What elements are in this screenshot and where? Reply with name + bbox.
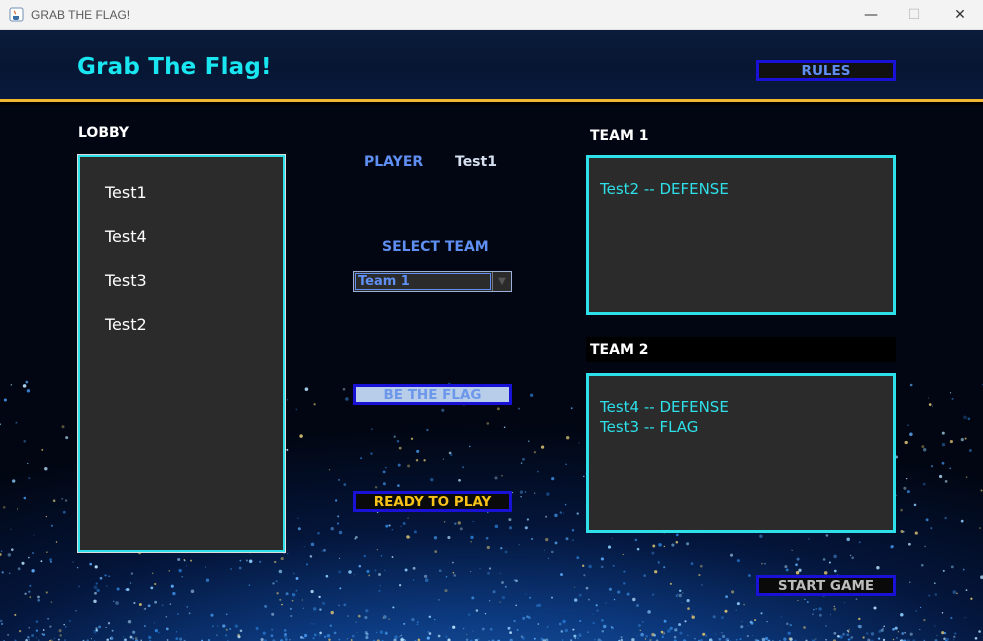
window-title: GRAB THE FLAG! bbox=[31, 8, 131, 22]
player-name: Test1 bbox=[455, 154, 497, 170]
start-game-button[interactable]: START GAME bbox=[756, 575, 896, 596]
be-the-flag-button[interactable]: BE THE FLAG bbox=[353, 384, 512, 405]
lobby-player-item[interactable]: Test2 bbox=[105, 313, 147, 357]
team-select-dropdown[interactable]: Team 1 ▼ bbox=[353, 271, 512, 292]
team2-list[interactable]: Test4 -- DEFENSE Test3 -- FLAG bbox=[586, 373, 896, 533]
window-titlebar: GRAB THE FLAG! — ☐ ✕ bbox=[0, 0, 983, 30]
close-button[interactable]: ✕ bbox=[937, 0, 983, 30]
team2-member[interactable]: Test3 -- FLAG bbox=[600, 417, 729, 437]
team2-label: TEAM 2 bbox=[590, 342, 649, 358]
rules-button[interactable]: RULES bbox=[756, 60, 896, 81]
team1-label: TEAM 1 bbox=[590, 128, 649, 144]
team1-list[interactable]: Test2 -- DEFENSE bbox=[586, 155, 896, 315]
chevron-down-icon[interactable]: ▼ bbox=[492, 272, 511, 291]
maximize-button[interactable]: ☐ bbox=[891, 0, 937, 30]
ready-to-play-button[interactable]: READY TO PLAY bbox=[353, 491, 512, 512]
team-select-value[interactable]: Team 1 bbox=[355, 273, 491, 290]
lobby-player-item[interactable]: Test3 bbox=[105, 269, 147, 313]
lobby-label: LOBBY bbox=[78, 125, 130, 141]
team1-member[interactable]: Test2 -- DEFENSE bbox=[600, 179, 729, 199]
lobby-player-item[interactable]: Test4 bbox=[105, 225, 147, 269]
lobby-screen: LOBBY Test1 Test4 Test3 Test2 PLAYER Tes… bbox=[0, 105, 983, 641]
team2-member[interactable]: Test4 -- DEFENSE bbox=[600, 397, 729, 417]
lobby-player-item[interactable]: Test1 bbox=[105, 181, 147, 225]
java-app-icon bbox=[9, 7, 24, 22]
minimize-button[interactable]: — bbox=[848, 0, 894, 30]
player-label: PLAYER bbox=[364, 154, 424, 170]
page-title: Grab The Flag! bbox=[77, 54, 272, 80]
select-team-label: SELECT TEAM bbox=[382, 239, 489, 255]
lobby-player-list[interactable]: Test1 Test4 Test3 Test2 bbox=[77, 154, 286, 553]
